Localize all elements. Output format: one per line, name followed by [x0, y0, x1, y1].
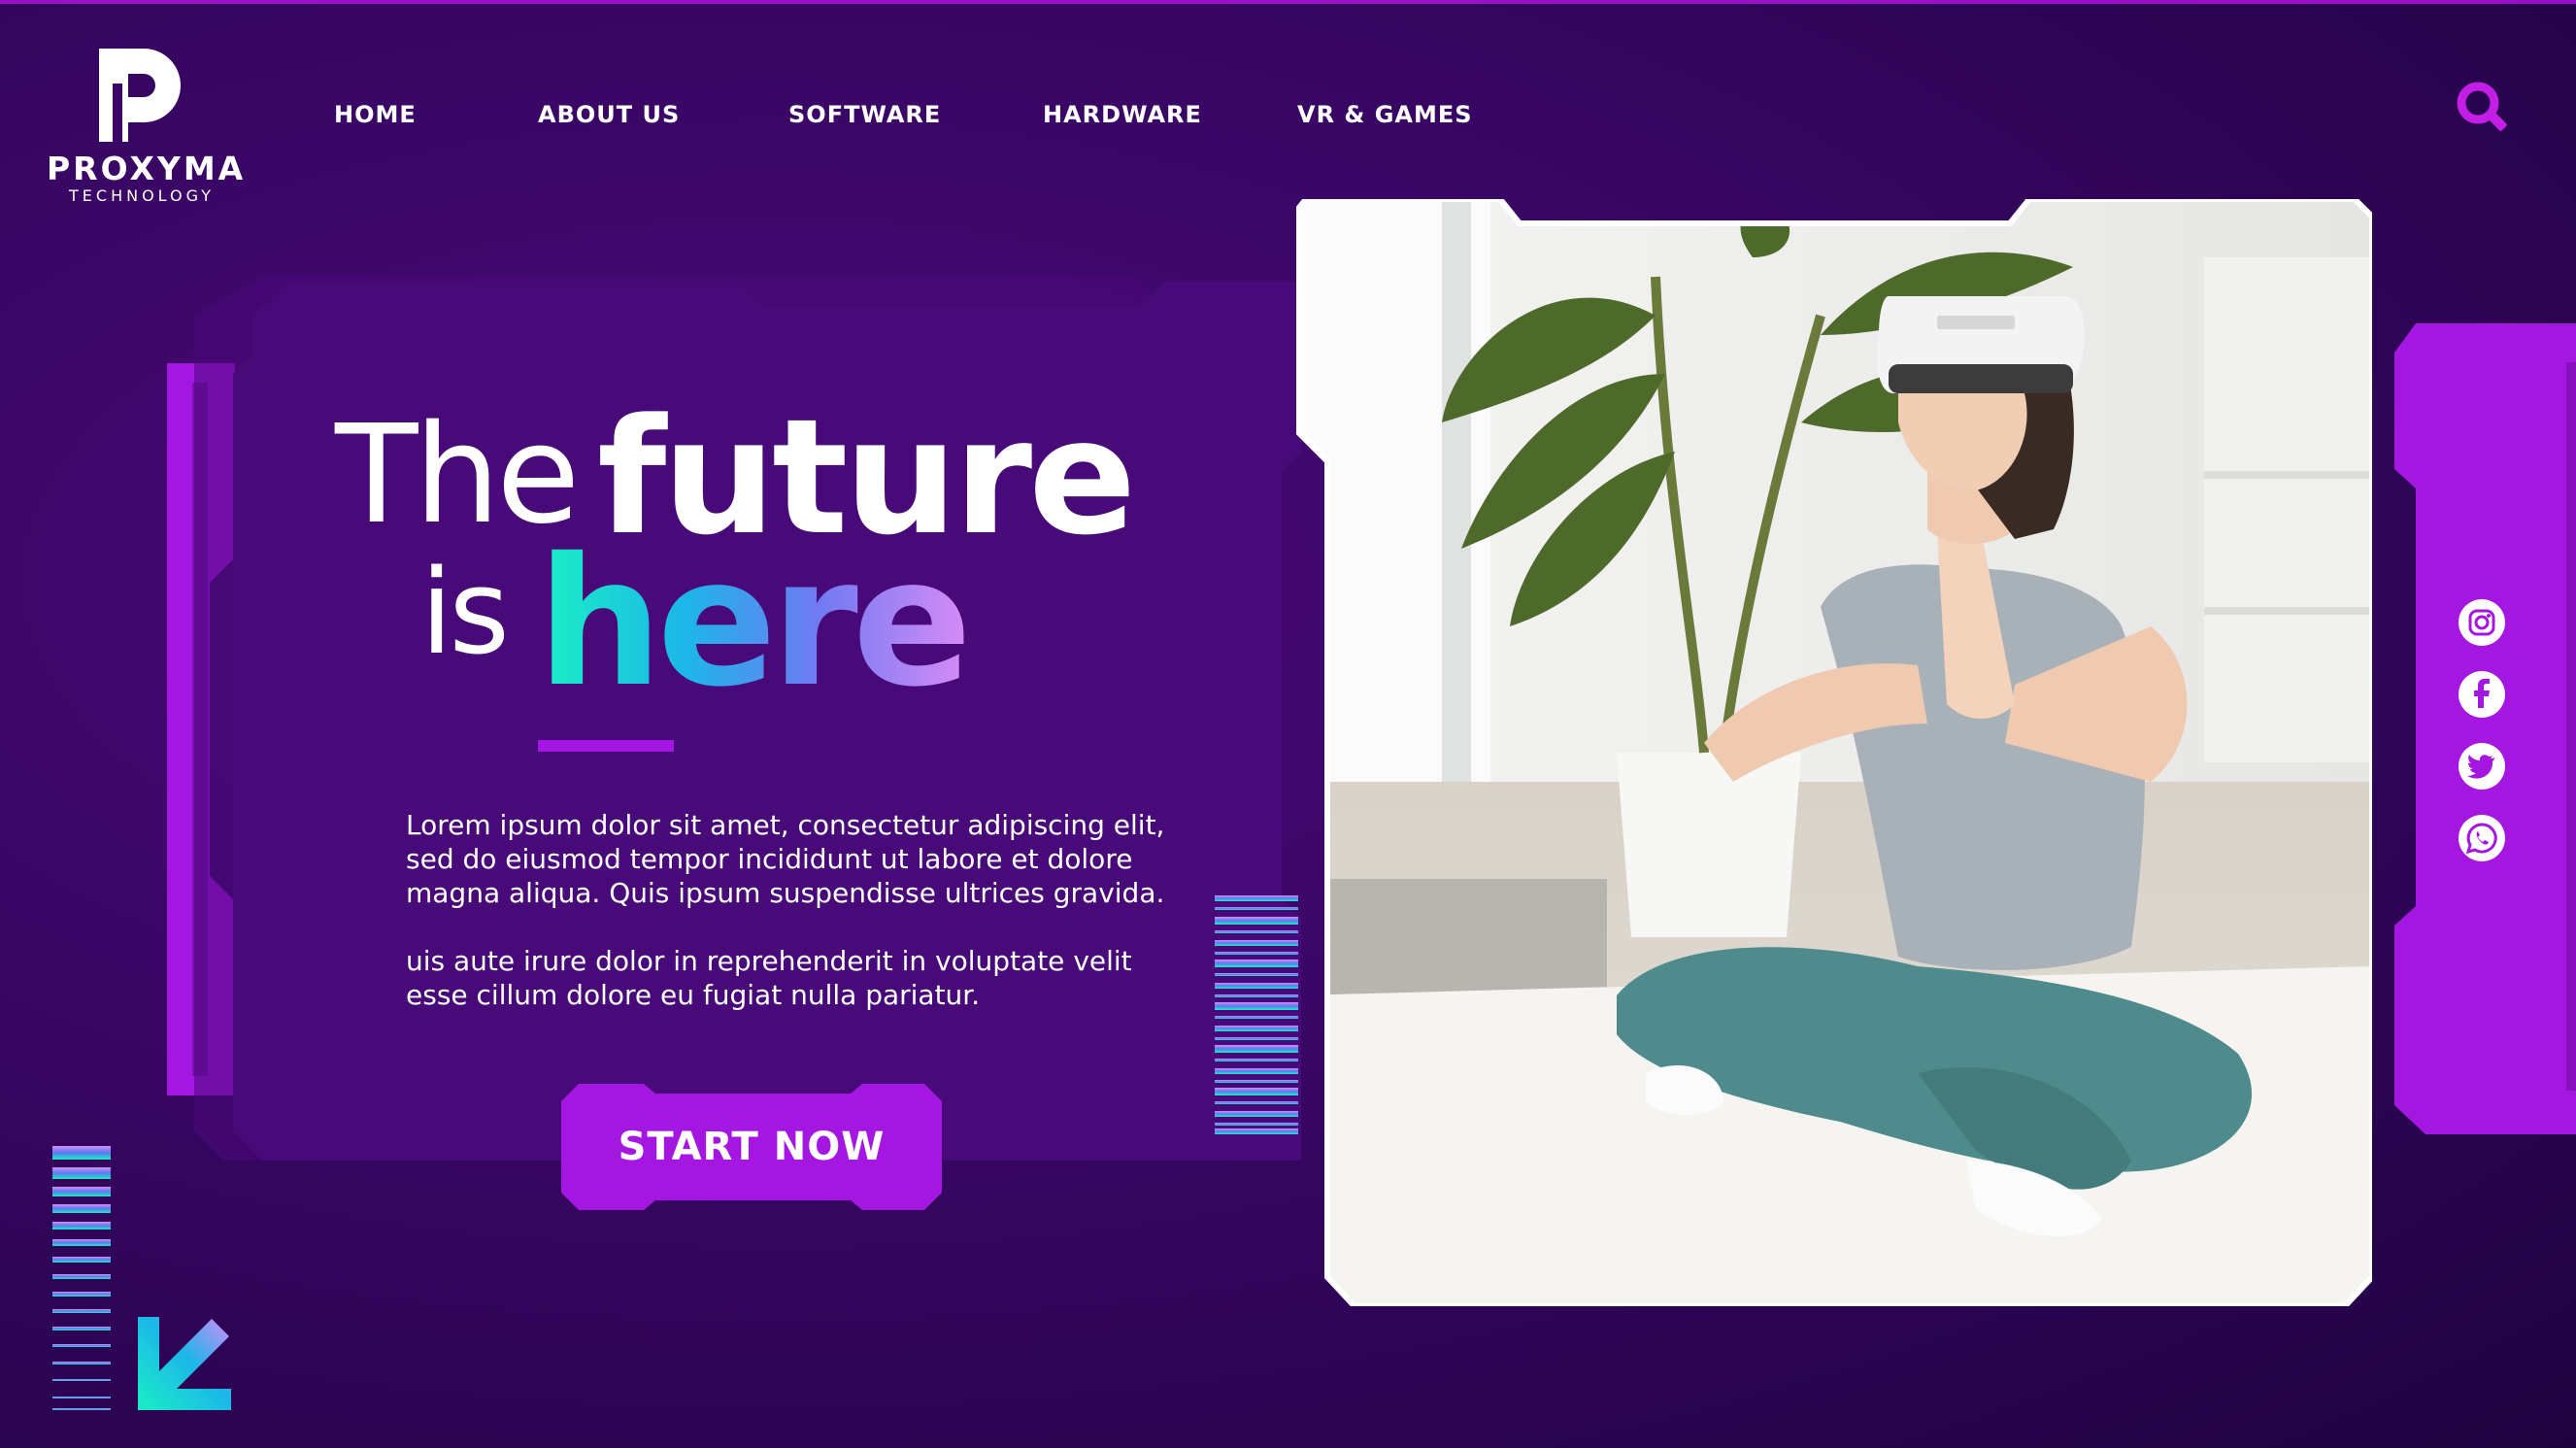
- whatsapp-button[interactable]: [2457, 813, 2507, 863]
- nav-item-home[interactable]: HOME: [334, 101, 417, 128]
- instagram-icon: [2459, 599, 2505, 646]
- right-social-bar: [2394, 323, 2576, 1134]
- nav-item-vr-games[interactable]: VR & GAMES: [1297, 101, 1473, 128]
- whatsapp-icon: [2459, 815, 2505, 861]
- twitter-button[interactable]: [2457, 741, 2507, 791]
- headline-here: here: [537, 520, 972, 725]
- arrow-down-left-icon: [138, 1317, 231, 1410]
- hero-headline: The future is here: [335, 388, 1209, 725]
- twitter-icon: [2459, 743, 2505, 790]
- top-accent-line: [0, 0, 2576, 4]
- logo[interactable]: PROXYMA TECHNOLOGY: [47, 45, 247, 210]
- headline-is: is: [420, 546, 510, 681]
- hero-photo: [1296, 199, 2372, 1306]
- equalizer-decoration: [52, 1146, 111, 1410]
- nav-item-about-us[interactable]: ABOUT US: [538, 101, 680, 128]
- brand-name: PROXYMA: [47, 150, 247, 187]
- nav-item-software[interactable]: SOFTWARE: [788, 101, 941, 128]
- barcode-decoration: [1215, 895, 1298, 1134]
- start-now-label: START NOW: [618, 1125, 886, 1169]
- facebook-button[interactable]: [2457, 669, 2507, 720]
- search-icon: [2457, 82, 2507, 131]
- instagram-button[interactable]: [2457, 597, 2507, 648]
- start-now-button[interactable]: START NOW: [561, 1084, 942, 1210]
- logo-mark-icon: [99, 49, 181, 142]
- facebook-icon: [2459, 671, 2505, 718]
- hero-paragraph-2: uis aute irure dolor in reprehenderit in…: [406, 945, 1132, 1011]
- brand-tagline: TECHNOLOGY: [69, 186, 215, 205]
- hero-paragraph-1: Lorem ipsum dolor sit amet, consectetur …: [406, 809, 1165, 909]
- nav-item-hardware[interactable]: HARDWARE: [1043, 101, 1202, 128]
- headline-underline: [538, 740, 674, 752]
- search-button[interactable]: [2455, 80, 2511, 136]
- hero-description: Lorem ipsum dolor sit amet, consectetur …: [406, 808, 1183, 1046]
